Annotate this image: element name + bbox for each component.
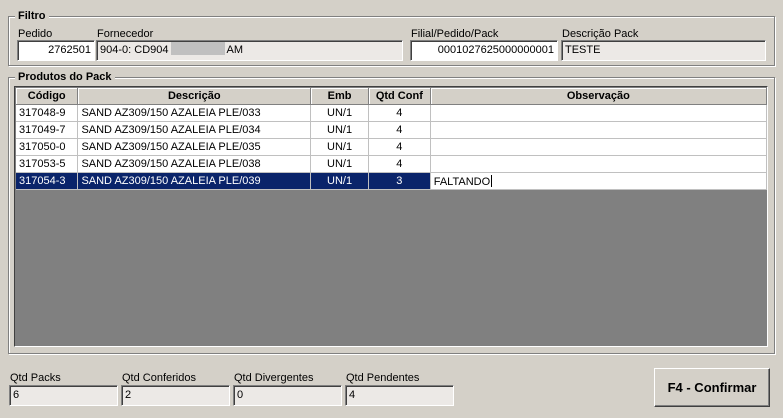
observacao-edit-text[interactable]: FALTANDO <box>434 176 490 188</box>
fornecedor-field: 904-0: CD904 AM <box>96 40 403 61</box>
cell-emb: UN/1 <box>310 138 369 156</box>
column-header-descricao[interactable]: Descrição <box>77 88 312 105</box>
cell-emb: UN/1 <box>310 172 369 190</box>
qtd-divergentes-label: Qtd Divergentes <box>234 372 314 384</box>
produtos-grid[interactable]: Código Descrição Emb Qtd Conf Observação… <box>14 86 768 347</box>
cell-qtd-conf: 4 <box>368 104 431 122</box>
cell-qtd-conf: 4 <box>368 138 431 156</box>
pedido-label: Pedido <box>18 28 53 40</box>
table-row[interactable]: 317048-9 SAND AZ309/150 AZALEIA PLE/033 … <box>16 104 767 122</box>
redacted-block <box>170 42 225 55</box>
qtd-pendentes-label: Qtd Pendentes <box>346 372 420 384</box>
confirm-button[interactable]: F4 - Confirmar <box>654 368 770 407</box>
cell-descricao: SAND AZ309/150 AZALEIA PLE/039 <box>77 172 312 190</box>
cell-codigo: 317049-7 <box>16 121 79 139</box>
produtos-title: Produtos do Pack <box>15 71 115 83</box>
descricao-pack-field: TESTE <box>561 40 766 61</box>
filtro-title: Filtro <box>15 10 49 22</box>
cell-observacao[interactable] <box>430 104 767 122</box>
column-header-qtd-conf[interactable]: Qtd Conf <box>368 88 431 105</box>
qtd-packs-label: Qtd Packs <box>10 372 61 384</box>
table-row[interactable]: 317049-7 SAND AZ309/150 AZALEIA PLE/034 … <box>16 121 767 139</box>
column-header-codigo[interactable]: Código <box>16 88 79 105</box>
descricao-pack-label: Descrição Pack <box>562 28 639 40</box>
table-row[interactable]: 317053-5 SAND AZ309/150 AZALEIA PLE/038 … <box>16 155 767 173</box>
fornecedor-label: Fornecedor <box>97 28 154 40</box>
cell-descricao: SAND AZ309/150 AZALEIA PLE/035 <box>77 138 312 156</box>
column-header-observacao[interactable]: Observação <box>430 88 767 105</box>
cell-codigo: 317048-9 <box>16 104 79 122</box>
qtd-conferidos-field: 2 <box>121 385 230 406</box>
cell-emb: UN/1 <box>310 121 369 139</box>
cell-observacao[interactable] <box>430 121 767 139</box>
fornecedor-value-suffix: AM <box>226 44 244 56</box>
table-row[interactable]: 317050-0 SAND AZ309/150 AZALEIA PLE/035 … <box>16 138 767 156</box>
table-row-selected[interactable]: 317054-3 SAND AZ309/150 AZALEIA PLE/039 … <box>16 172 767 190</box>
cell-observacao[interactable] <box>430 155 767 173</box>
filial-pedido-pack-field[interactable]: 0001027625000000001 <box>410 40 558 61</box>
qtd-divergentes-field: 0 <box>233 385 342 406</box>
fornecedor-value-prefix: 904-0: CD904 <box>100 44 169 56</box>
cell-codigo: 317054-3 <box>16 172 79 190</box>
cell-qtd-conf: 4 <box>368 121 431 139</box>
cell-observacao-editor[interactable]: FALTANDO <box>430 172 767 190</box>
pedido-field[interactable]: 2762501 <box>17 40 95 61</box>
cell-qtd-conf: 4 <box>368 155 431 173</box>
qtd-pendentes-field: 4 <box>345 385 454 406</box>
column-header-emb[interactable]: Emb <box>310 88 369 105</box>
text-caret <box>491 174 493 187</box>
cell-descricao: SAND AZ309/150 AZALEIA PLE/034 <box>77 121 312 139</box>
cell-descricao: SAND AZ309/150 AZALEIA PLE/033 <box>77 104 312 122</box>
cell-codigo: 317053-5 <box>16 155 79 173</box>
cell-observacao[interactable] <box>430 138 767 156</box>
cell-qtd-conf: 3 <box>368 172 431 190</box>
header-row: Código Descrição Emb Qtd Conf Observação <box>16 88 767 105</box>
cell-emb: UN/1 <box>310 155 369 173</box>
qtd-conferidos-label: Qtd Conferidos <box>122 372 196 384</box>
cell-descricao: SAND AZ309/150 AZALEIA PLE/038 <box>77 155 312 173</box>
produtos-table: Código Descrição Emb Qtd Conf Observação… <box>16 88 767 190</box>
cell-codigo: 317050-0 <box>16 138 79 156</box>
cell-emb: UN/1 <box>310 104 369 122</box>
qtd-packs-field: 6 <box>9 385 118 406</box>
filial-label: Filial/Pedido/Pack <box>411 28 499 40</box>
